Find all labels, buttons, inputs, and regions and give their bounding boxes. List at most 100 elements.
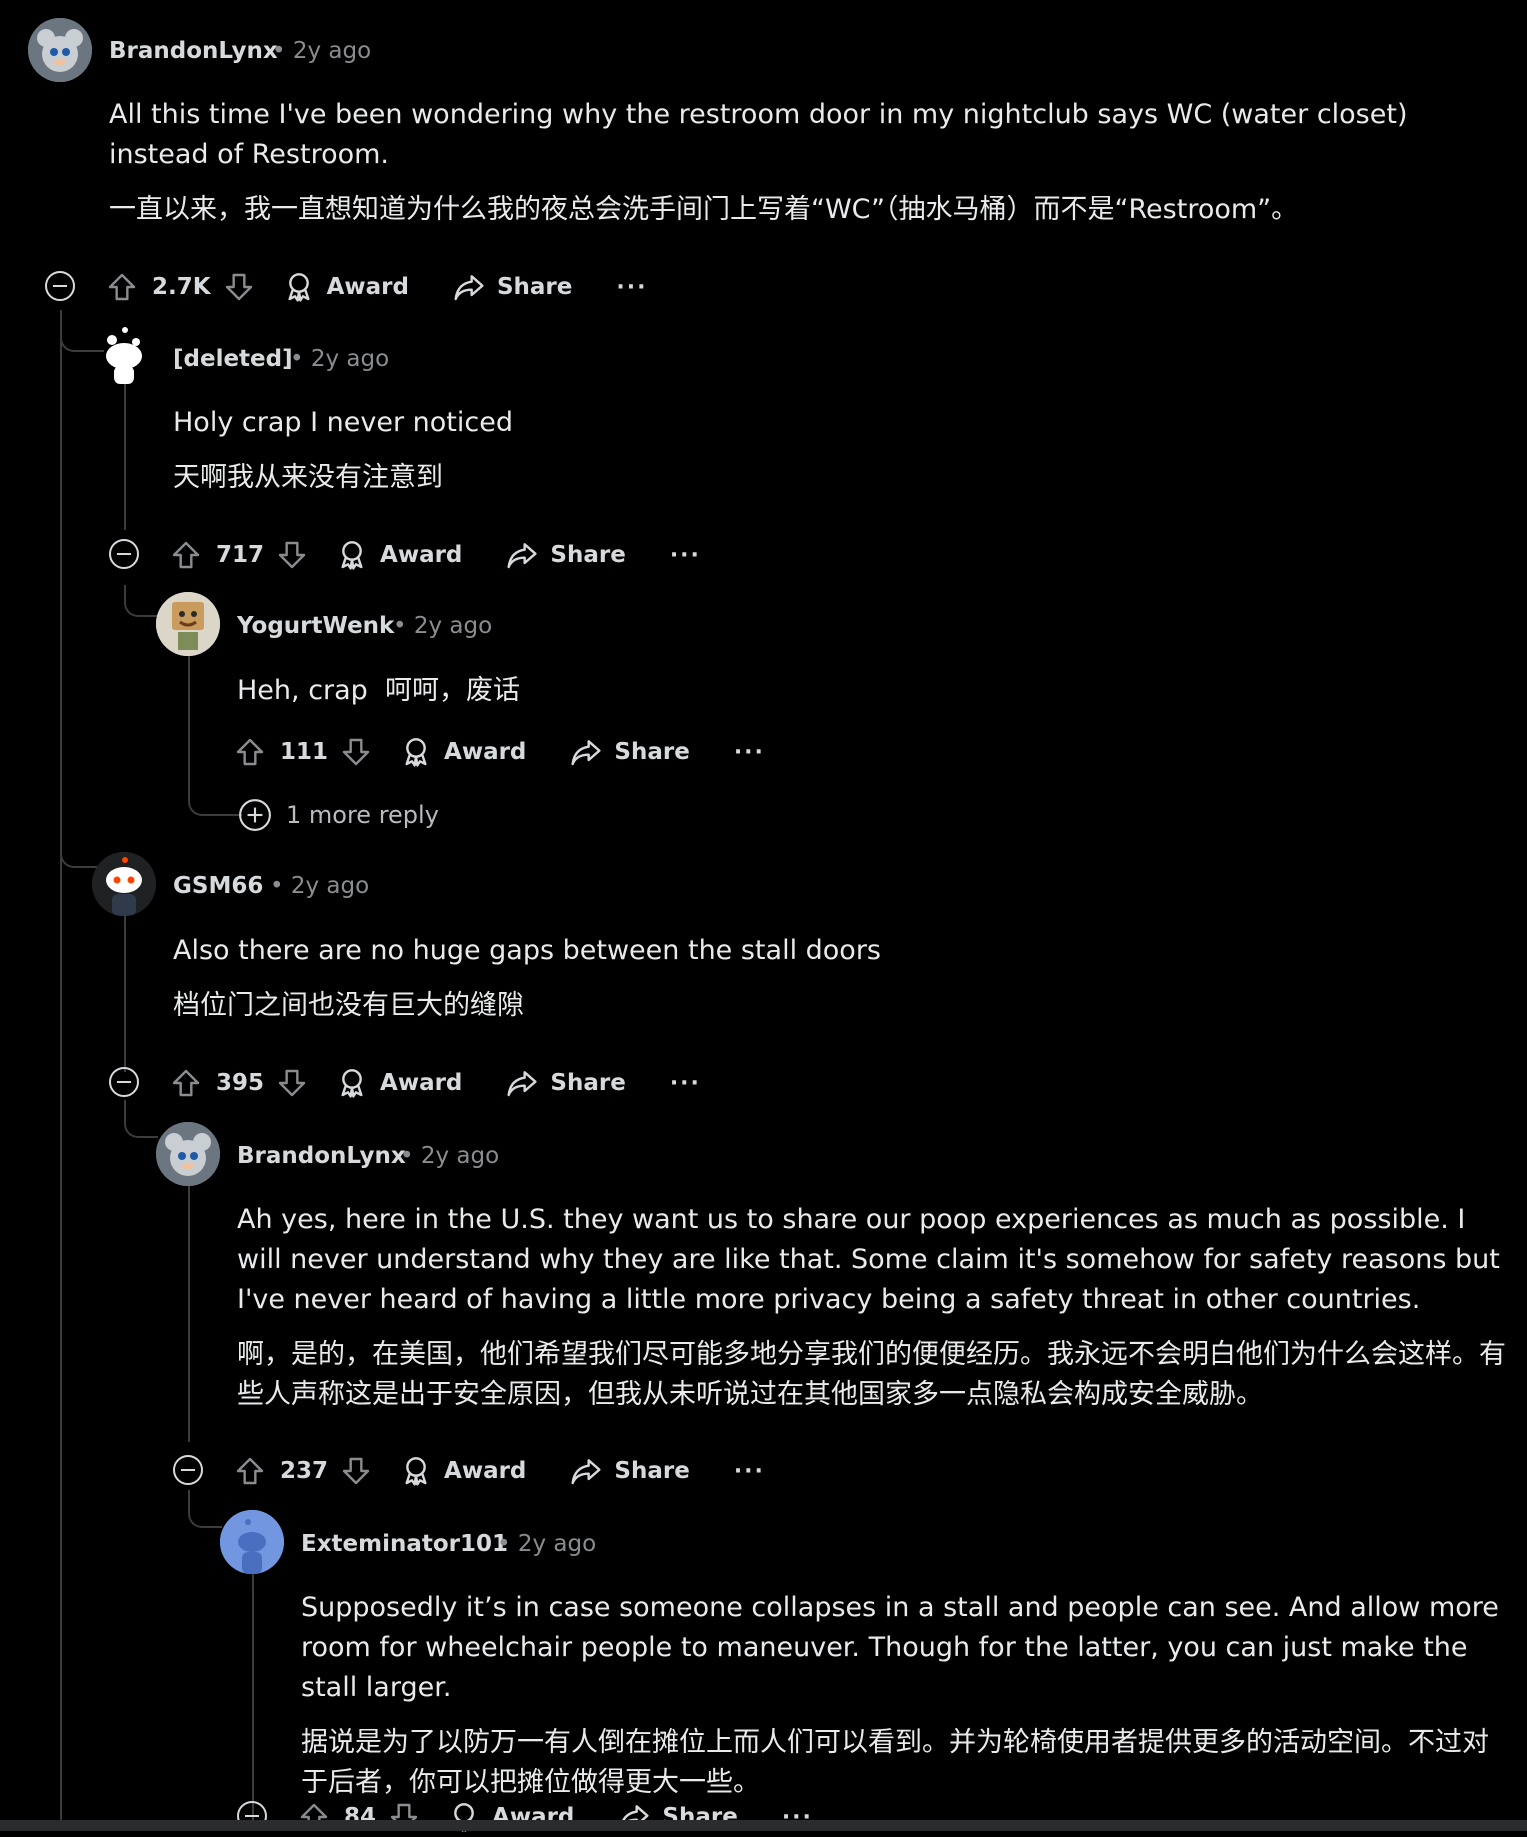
arrow-up-icon[interactable] xyxy=(106,271,138,303)
more-options-button[interactable]: ··· xyxy=(670,1071,701,1096)
vote-score: 2.7K xyxy=(152,274,211,300)
thread-line[interactable] xyxy=(124,902,126,1072)
award-ribbon-icon xyxy=(400,736,432,768)
share-button[interactable]: Share xyxy=(506,1067,626,1099)
comment-actions: 111 Award Share ··· xyxy=(234,732,765,772)
comment-actions: 237 Award Share ··· xyxy=(234,1451,765,1491)
thread-line[interactable] xyxy=(60,310,62,1820)
share-label: Share xyxy=(550,1070,626,1096)
award-ribbon-icon xyxy=(400,1455,432,1487)
vote-score: 395 xyxy=(216,1070,265,1096)
arrow-down-icon[interactable] xyxy=(340,736,372,768)
username[interactable]: BrandonLynx xyxy=(237,1143,406,1169)
comment-body: Ah yes, here in the U.S. they want us to… xyxy=(237,1200,1517,1415)
more-options-button[interactable]: ··· xyxy=(670,543,701,568)
avatar-image xyxy=(28,18,92,82)
award-button[interactable]: Award xyxy=(400,1455,526,1487)
expand-plus-icon xyxy=(238,798,272,832)
more-replies-link[interactable]: 1 more reply xyxy=(238,798,439,832)
share-arrow-icon xyxy=(453,271,485,303)
comment-text-en: Supposedly it’s in case someone collapse… xyxy=(301,1592,1499,1703)
more-replies-label: 1 more reply xyxy=(286,801,439,829)
thread-line[interactable] xyxy=(188,1162,190,1442)
award-button[interactable]: Award xyxy=(336,1067,462,1099)
share-button[interactable]: Share xyxy=(570,1455,690,1487)
horizontal-scrollbar[interactable] xyxy=(0,1820,1527,1831)
arrow-down-icon[interactable] xyxy=(340,1455,372,1487)
timestamp: • 2y ago xyxy=(290,346,390,372)
share-label: Share xyxy=(614,739,690,765)
comment-actions: 395 Award Share ··· xyxy=(170,1063,701,1103)
avatar[interactable] xyxy=(28,18,92,82)
timestamp: • 2y ago xyxy=(400,1143,500,1169)
comment-actions: 2.7K Award Share ··· xyxy=(106,267,647,307)
share-button[interactable]: Share xyxy=(570,736,690,768)
arrow-up-icon[interactable] xyxy=(234,1455,266,1487)
award-button[interactable]: Award xyxy=(336,539,462,571)
timestamp: • 2y ago xyxy=(393,613,493,639)
vote-score: 111 xyxy=(280,739,329,765)
comment-text-en: Also there are no huge gaps between the … xyxy=(173,935,881,966)
more-options-button[interactable]: ··· xyxy=(734,1459,765,1484)
vote-score: 237 xyxy=(280,1458,329,1484)
username[interactable]: Exteminator101 xyxy=(301,1531,508,1557)
arrow-up-icon[interactable] xyxy=(234,736,266,768)
collapse-minus-icon[interactable] xyxy=(172,1454,204,1486)
award-button[interactable]: Award xyxy=(283,271,409,303)
comment-text-zh: 天啊我从来没有注意到 xyxy=(173,462,443,493)
more-options-button[interactable]: ··· xyxy=(734,740,765,765)
thread-line[interactable] xyxy=(252,1552,254,1820)
username[interactable]: YogurtWenk xyxy=(237,613,394,639)
more-options-button[interactable]: ··· xyxy=(616,275,647,300)
award-button[interactable]: Award xyxy=(400,736,526,768)
award-ribbon-icon xyxy=(283,271,315,303)
comment-text-en: Holy crap I never noticed xyxy=(173,407,513,438)
thread-elbow xyxy=(124,1100,158,1138)
username[interactable]: GSM66 xyxy=(173,873,263,899)
share-button[interactable]: Share xyxy=(506,539,626,571)
share-arrow-icon xyxy=(506,1067,538,1099)
collapse-minus-icon[interactable] xyxy=(44,270,76,302)
arrow-up-icon[interactable] xyxy=(170,539,202,571)
vote-score: 717 xyxy=(216,542,265,568)
avatar[interactable] xyxy=(156,592,220,656)
thread-elbow xyxy=(188,780,242,816)
arrow-up-icon[interactable] xyxy=(170,1067,202,1099)
username: [deleted] xyxy=(173,346,293,372)
award-label: Award xyxy=(380,542,463,568)
award-ribbon-icon xyxy=(336,539,368,571)
share-label: Share xyxy=(550,542,626,568)
username[interactable]: BrandonLynx xyxy=(109,38,278,64)
comment-text-en: All this time I've been wondering why th… xyxy=(109,99,1408,170)
share-arrow-icon xyxy=(506,539,538,571)
avatar[interactable] xyxy=(220,1510,284,1574)
share-label: Share xyxy=(496,274,573,300)
thread-line[interactable] xyxy=(124,370,126,530)
share-label: Share xyxy=(614,1458,690,1484)
arrow-down-icon[interactable] xyxy=(223,271,255,303)
arrow-down-icon[interactable] xyxy=(276,539,308,571)
award-label: Award xyxy=(444,1458,527,1484)
avatar[interactable] xyxy=(156,1122,220,1186)
collapse-minus-icon[interactable] xyxy=(108,538,140,570)
avatar[interactable] xyxy=(92,852,156,916)
award-label: Award xyxy=(444,739,527,765)
award-label: Award xyxy=(326,274,409,300)
comment-actions: 84 Award Share ··· xyxy=(298,1797,813,1837)
comment-text-zh: 档位门之间也没有巨大的缝隙 xyxy=(173,990,524,1021)
thread-line[interactable] xyxy=(188,640,190,780)
avatar[interactable] xyxy=(92,326,156,390)
comment-text: Heh, crap 呵呵，废话 xyxy=(237,675,520,706)
arrow-down-icon[interactable] xyxy=(276,1067,308,1099)
snoo-avatar-image xyxy=(220,1510,284,1574)
avatar-image xyxy=(156,1122,220,1186)
thread-elbow xyxy=(188,1490,222,1528)
award-label: Award xyxy=(380,1070,463,1096)
collapse-minus-icon[interactable] xyxy=(108,1066,140,1098)
comment-body: All this time I've been wondering why th… xyxy=(109,95,1439,230)
comment-text-zh: 一直以来，我一直想知道为什么我的夜总会洗手间门上写着“WC”（抽水马桶）而不是“… xyxy=(109,194,1299,225)
share-button[interactable]: Share xyxy=(453,271,572,303)
comment-text-zh: 啊，是的，在美国，他们希望我们尽可能多地分享我们的便便经历。我永远不会明白他们为… xyxy=(237,1339,1506,1410)
comment-body: Holy crap I never noticed 天啊我从来没有注意到 xyxy=(173,403,1473,498)
comment-text-zh: 据说是为了以防万一有人倒在摊位上而人们可以看到。并为轮椅使用者提供更多的活动空间… xyxy=(301,1727,1489,1798)
